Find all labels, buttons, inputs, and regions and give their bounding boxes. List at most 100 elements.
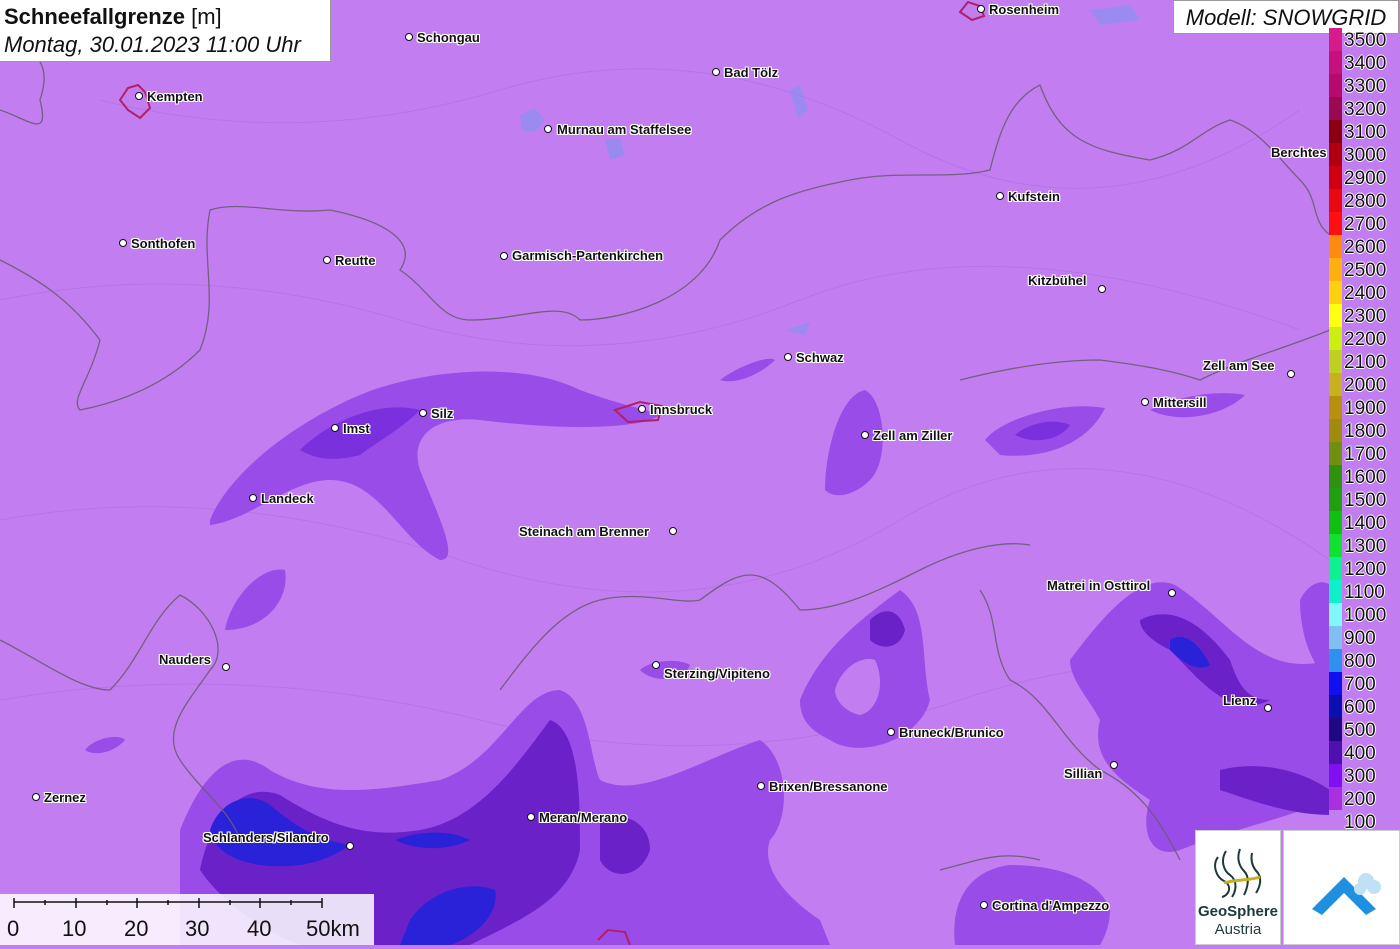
city-marker[interactable]	[1141, 398, 1149, 406]
legend-swatch	[1329, 695, 1342, 718]
city-marker[interactable]	[980, 901, 988, 909]
legend-label: 1300	[1344, 536, 1387, 557]
city-label[interactable]: Kitzbühel	[1028, 274, 1087, 288]
city-label[interactable]: Nauders	[159, 653, 211, 667]
legend-swatch	[1329, 143, 1342, 166]
legend-label: 1100	[1344, 582, 1385, 603]
city-label[interactable]: Lienz	[1223, 694, 1256, 708]
city-marker[interactable]	[331, 424, 339, 432]
city-label[interactable]: Sterzing/Vipiteno	[664, 667, 770, 681]
city-marker[interactable]	[1264, 704, 1272, 712]
city-label[interactable]: Berchtes	[1271, 146, 1327, 160]
legend-row: 1000	[1328, 603, 1400, 626]
city-marker[interactable]	[135, 92, 143, 100]
city-marker[interactable]	[222, 663, 230, 671]
city-label[interactable]: Sillian	[1064, 767, 1102, 781]
legend-row: 1700	[1328, 442, 1400, 465]
city-label[interactable]: Rosenheim	[989, 3, 1059, 17]
city-label[interactable]: Kempten	[147, 90, 203, 104]
legend-label: 2900	[1344, 168, 1387, 189]
city-label[interactable]: Mittersill	[1153, 396, 1206, 410]
city-marker[interactable]	[1168, 589, 1176, 597]
city-marker[interactable]	[757, 782, 765, 790]
legend-row: 2000	[1328, 373, 1400, 396]
legend-label: 2500	[1344, 260, 1387, 281]
legend-row: 2500	[1328, 258, 1400, 281]
legend-row: 1300	[1328, 534, 1400, 557]
city-marker[interactable]	[712, 68, 720, 76]
scale-tick-label: 50km	[306, 916, 360, 941]
city-label[interactable]: Reutte	[335, 254, 375, 268]
city-label[interactable]: Cortina d'Ampezzo	[992, 899, 1109, 913]
city-marker[interactable]	[887, 728, 895, 736]
city-marker[interactable]	[1098, 285, 1106, 293]
city-marker[interactable]	[405, 33, 413, 41]
city-label[interactable]: Kufstein	[1008, 190, 1060, 204]
city-label[interactable]: Zernez	[44, 791, 86, 805]
city-label[interactable]: Steinach am Brenner	[519, 525, 649, 539]
city-label[interactable]: Imst	[343, 422, 370, 436]
city-marker[interactable]	[1287, 370, 1295, 378]
legend-label: 2400	[1344, 283, 1387, 304]
city-label[interactable]: Landeck	[261, 492, 314, 506]
city-marker[interactable]	[249, 494, 257, 502]
legend-row: 1500	[1328, 488, 1400, 511]
city-marker[interactable]	[669, 527, 677, 535]
city-label[interactable]: Zell am See	[1203, 359, 1275, 373]
city-marker[interactable]	[784, 353, 792, 361]
scale-tick-label: 0	[7, 916, 20, 941]
city-label[interactable]: Schlanders/Silandro	[203, 831, 329, 845]
city-label[interactable]: Meran/Merano	[539, 811, 627, 825]
city-marker[interactable]	[1110, 761, 1118, 769]
city-label[interactable]: Murnau am Staffelsee	[557, 123, 691, 137]
legend-label: 3300	[1344, 76, 1387, 97]
city-marker[interactable]	[119, 239, 127, 247]
city-marker[interactable]	[861, 431, 869, 439]
legend-swatch	[1329, 534, 1342, 557]
city-marker[interactable]	[652, 661, 660, 669]
color-legend: 3500 3400 3300 3200 3100 3000 2900 2800 2700 2600…	[1328, 28, 1400, 833]
city-label[interactable]: Zell am Ziller	[873, 429, 952, 443]
city-label[interactable]: Bruneck/Brunico	[899, 726, 1004, 740]
city-marker[interactable]	[500, 252, 508, 260]
snowgrid-logo[interactable]	[1283, 830, 1400, 945]
legend-row: 900	[1328, 626, 1400, 649]
city-marker[interactable]	[419, 409, 427, 417]
legend-swatch	[1329, 465, 1342, 488]
legend-swatch	[1329, 373, 1342, 396]
city-label[interactable]: Schwaz	[796, 351, 844, 365]
scale-tick-label: 40	[247, 916, 272, 941]
legend-label: 1200	[1344, 559, 1387, 580]
legend-swatch	[1329, 557, 1342, 580]
city-label[interactable]: Innsbruck	[650, 403, 712, 417]
legend-swatch	[1329, 787, 1342, 810]
city-marker[interactable]	[323, 256, 331, 264]
legend-swatch	[1329, 97, 1342, 120]
legend-swatch	[1329, 649, 1342, 672]
city-label[interactable]: Sonthofen	[131, 237, 195, 251]
city-label[interactable]: Schongau	[417, 31, 480, 45]
legend-label: 1600	[1344, 467, 1387, 488]
city-marker[interactable]	[996, 192, 1004, 200]
legend-label: 3400	[1344, 53, 1387, 74]
city-marker[interactable]	[638, 405, 646, 413]
city-label[interactable]: Matrei in Osttirol	[1047, 579, 1150, 593]
legend-label: 900	[1344, 628, 1376, 649]
city-label[interactable]: Garmisch-Partenkirchen	[512, 249, 663, 263]
legend-swatch	[1329, 419, 1342, 442]
city-label[interactable]: Bad Tölz	[724, 66, 778, 80]
scale-tick-label: 10	[62, 916, 87, 941]
city-marker[interactable]	[346, 842, 354, 850]
legend-label: 300	[1344, 766, 1376, 787]
legend-swatch	[1329, 327, 1342, 350]
city-marker[interactable]	[32, 793, 40, 801]
city-label[interactable]: Silz	[431, 407, 453, 421]
geosphere-emblem-icon	[1214, 848, 1262, 898]
city-marker[interactable]	[527, 813, 535, 821]
city-label[interactable]: Brixen/Bressanone	[769, 780, 888, 794]
map-canvas[interactable]	[0, 0, 1400, 945]
geosphere-logo[interactable]: GeoSphere Austria	[1195, 830, 1281, 945]
legend-row: 2900	[1328, 166, 1400, 189]
city-marker[interactable]	[977, 5, 985, 13]
city-marker[interactable]	[544, 125, 552, 133]
